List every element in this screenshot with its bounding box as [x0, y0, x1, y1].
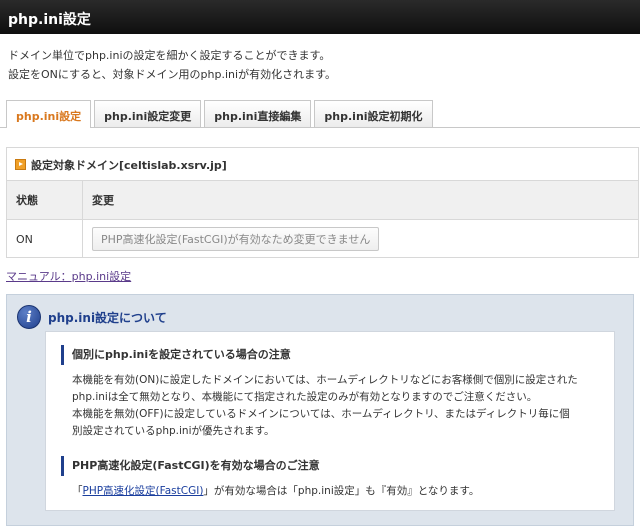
page-title: php.ini設定	[8, 12, 91, 28]
intro-line-2: 設定をONにすると、対象ドメイン用のphp.iniが有効化されます。	[8, 68, 336, 81]
table-row: ON PHP高速化設定(FastCGI)が有効なため変更できません	[7, 219, 639, 259]
tab-php-ini-change[interactable]: php.ini設定変更	[94, 100, 202, 127]
orange-square-arrow-icon	[15, 159, 26, 170]
target-domain-label: 設定対象ドメイン[celtislab.xsrv.jp]	[31, 158, 227, 172]
info-content: 個別にphp.iniを設定されている場合の注意 本機能を有効(ON)に設定したド…	[45, 331, 615, 511]
notice-line: 別設定されているphp.iniが優先されます。	[72, 425, 275, 437]
column-header-change: 変更	[82, 181, 638, 220]
page-title-bar: php.ini設定	[0, 0, 640, 34]
notice-text-rest: 」が有効な場合は「php.ini設定」も『有効』となります。	[203, 485, 480, 497]
info-panel: i php.ini設定について 個別にphp.iniを設定されている場合の注意 …	[6, 294, 634, 526]
change-cell: PHP高速化設定(FastCGI)が有効なため変更できません	[83, 220, 639, 259]
info-title: php.ini設定について	[48, 310, 167, 325]
notice-text-open: 「	[72, 485, 83, 497]
notice-section-fastcgi: PHP高速化設定(FastCGI)を有効な場合のご注意 「PHP高速化設定(Fa…	[61, 456, 479, 500]
table-header-row: 状態 変更	[7, 181, 638, 220]
settings-panel: 設定対象ドメイン[celtislab.xsrv.jp] 状態 変更 ON PHP…	[6, 147, 639, 258]
tab-php-ini-settings[interactable]: php.ini設定	[6, 100, 92, 128]
info-icon: i	[17, 305, 41, 329]
status-value: ON	[7, 219, 83, 258]
change-disabled-button[interactable]: PHP高速化設定(FastCGI)が有効なため変更できません	[92, 227, 380, 251]
manual-link[interactable]: マニュアル：php.ini設定	[6, 268, 131, 284]
intro-text: ドメイン単位でphp.iniの設定を細かく設定することができます。 設定をONに…	[8, 46, 336, 84]
intro-line-1: ドメイン単位でphp.iniの設定を細かく設定することができます。	[8, 49, 331, 62]
notice-line: 本機能を無効(OFF)に設定しているドメインについては、ホームディレクトリ、また…	[72, 408, 570, 420]
notice-title-individual: 個別にphp.iniを設定されている場合の注意	[61, 345, 578, 365]
notice-section-individual: 個別にphp.iniを設定されている場合の注意 本機能を有効(ON)に設定したド…	[61, 345, 578, 440]
tab-php-ini-reset[interactable]: php.ini設定初期化	[314, 100, 433, 127]
tab-bar: php.ini設定 php.ini設定変更 php.ini直接編集 php.in…	[6, 100, 436, 128]
fastcgi-settings-link[interactable]: PHP高速化設定(FastCGI)	[83, 485, 204, 497]
info-header: i php.ini設定について	[17, 305, 167, 329]
notice-body-individual: 本機能を有効(ON)に設定したドメインにおいては、ホームディレクトリなどにお客様…	[72, 372, 578, 440]
settings-table: 状態 変更 ON PHP高速化設定(FastCGI)が有効なため変更できません	[7, 181, 638, 258]
settings-heading: 設定対象ドメイン[celtislab.xsrv.jp]	[7, 148, 638, 181]
notice-title-fastcgi: PHP高速化設定(FastCGI)を有効な場合のご注意	[61, 456, 479, 476]
tab-php-ini-direct-edit[interactable]: php.ini直接編集	[204, 100, 312, 127]
notice-line: 本機能を有効(ON)に設定したドメインにおいては、ホームディレクトリなどにお客様…	[72, 374, 578, 386]
notice-line: php.iniは全て無効となり、本機能にて指定された設定のみが有効となりますので…	[72, 391, 538, 403]
notice-body-fastcgi: 「PHP高速化設定(FastCGI)」が有効な場合は「php.ini設定」も『有…	[72, 483, 479, 500]
column-header-status: 状態	[7, 181, 83, 220]
